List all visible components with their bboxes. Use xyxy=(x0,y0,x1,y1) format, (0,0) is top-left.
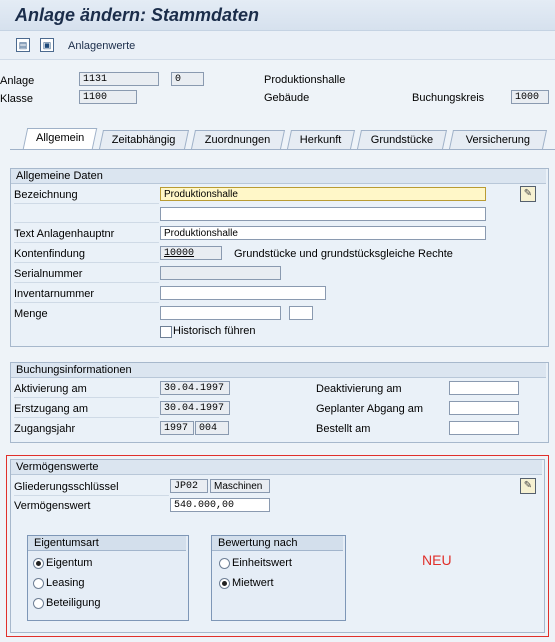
anlage-text: Produktionshalle xyxy=(264,74,346,86)
radio-leasing-label: Leasing xyxy=(46,577,85,589)
buchungsinformationen-title: Buchungsinformationen xyxy=(11,363,546,378)
inventarnummer-field[interactable] xyxy=(160,286,326,300)
radio-einheitswert[interactable] xyxy=(219,558,230,569)
row-divider xyxy=(14,417,159,418)
zugangsjahr-label: Zugangsjahr xyxy=(14,423,76,435)
bezeichnung-label: Bezeichnung xyxy=(14,189,78,201)
row-divider xyxy=(14,302,159,303)
kontenfindung-field[interactable]: 10000 xyxy=(160,246,222,260)
deaktivierung-field[interactable] xyxy=(449,381,519,395)
gliederungsschluessel-text: Maschinen xyxy=(210,479,270,493)
row-divider xyxy=(14,222,159,223)
tab-zuordnungen[interactable]: Zuordnungen xyxy=(190,130,286,149)
neu-annotation: NEU xyxy=(422,552,452,568)
zugangsjahr-field[interactable]: 1997 xyxy=(160,421,194,435)
radio-einheitswert-label: Einheitswert xyxy=(232,557,292,569)
row-divider xyxy=(14,262,159,263)
geplanter-abgang-field[interactable] xyxy=(449,401,519,415)
bestellt-field[interactable] xyxy=(449,421,519,435)
textnr-label: Text Anlagenhauptnr xyxy=(14,228,115,240)
tab-zeitabhaengig[interactable]: Zeitabhängig xyxy=(98,130,190,149)
bezeichnung-field[interactable]: Produktionshalle xyxy=(160,187,486,201)
display-icon[interactable]: ▤ xyxy=(16,38,30,52)
bewertung-title: Bewertung nach xyxy=(212,536,343,551)
eigentumsart-title: Eigentumsart xyxy=(28,536,186,551)
edit-long-text-icon[interactable]: ✎ xyxy=(520,186,536,202)
radio-eigentum-label: Eigentum xyxy=(46,557,93,569)
buchungskreis-field[interactable]: 1000 xyxy=(511,90,549,104)
erstzugang-field[interactable]: 30.04.1997 xyxy=(160,401,230,415)
buchungskreis-label: Buchungskreis xyxy=(412,92,485,104)
historisch-checkbox[interactable] xyxy=(160,326,172,338)
tab-allgemein[interactable]: Allgemein xyxy=(22,128,98,149)
menge-field[interactable] xyxy=(160,306,281,320)
inventarnummer-label: Inventarnummer xyxy=(14,288,95,300)
klasse-label: Klasse xyxy=(0,93,34,105)
allgemeine-daten-title: Allgemeine Daten xyxy=(11,169,546,184)
tab-grundstuecke[interactable]: Grundstücke xyxy=(356,130,448,149)
textnr-field[interactable]: Produktionshalle xyxy=(160,226,486,240)
serialnummer-label: Serialnummer xyxy=(14,268,83,280)
zugangsperiode-field[interactable]: 004 xyxy=(195,421,229,435)
radio-beteiligung-label: Beteiligung xyxy=(46,597,101,609)
historisch-label: Historisch führen xyxy=(173,325,256,337)
bezeichnung-line2-field[interactable] xyxy=(160,207,486,221)
radio-mietwert[interactable] xyxy=(219,578,230,589)
row-divider xyxy=(14,203,159,204)
kontenfindung-label: Kontenfindung xyxy=(14,248,85,260)
vermoegenswert-field[interactable]: 540.000,00 xyxy=(170,498,270,512)
radio-leasing[interactable] xyxy=(33,578,44,589)
row-divider xyxy=(14,397,159,398)
anlage-field[interactable]: 1131 xyxy=(79,72,159,86)
aktivierung-field[interactable]: 30.04.1997 xyxy=(160,381,230,395)
gliederungsschluessel-field[interactable]: JP02 xyxy=(170,479,208,493)
mengeneinheit-field[interactable] xyxy=(289,306,313,320)
aktivierung-label: Aktivierung am xyxy=(14,383,87,395)
vermoegenswert-label: Vermögenswert xyxy=(14,500,91,512)
page-title: Anlage ändern: Stammdaten xyxy=(15,5,260,25)
klasse-text: Gebäude xyxy=(264,92,310,104)
anlage-label: Anlage xyxy=(0,75,35,87)
geplanter-abgang-label: Geplanter Abgang am xyxy=(316,403,424,415)
tab-herkunft[interactable]: Herkunft xyxy=(286,130,356,149)
tab-versicherung[interactable]: Versicherung xyxy=(448,130,548,149)
anlage-subnumber-field[interactable]: 0 xyxy=(171,72,204,86)
anlagenwerte-button[interactable]: Anlagenwerte xyxy=(68,40,135,52)
bestellt-label: Bestellt am xyxy=(316,423,371,435)
radio-mietwert-label: Mietwert xyxy=(232,577,274,589)
deaktivierung-label: Deaktivierung am xyxy=(316,383,402,395)
row-divider xyxy=(14,282,159,283)
radio-beteiligung[interactable] xyxy=(33,598,44,609)
serialnummer-field[interactable] xyxy=(160,266,281,280)
row-divider xyxy=(14,242,159,243)
tab-divider xyxy=(10,149,555,150)
save-icon[interactable]: ▣ xyxy=(40,38,54,52)
menge-label: Menge xyxy=(14,308,48,320)
radio-eigentum[interactable] xyxy=(33,558,44,569)
klasse-field[interactable]: 1100 xyxy=(79,90,137,104)
erstzugang-label: Erstzugang am xyxy=(14,403,88,415)
row-divider xyxy=(14,495,169,496)
kontenfindung-text: Grundstücke und grundstücksgleiche Recht… xyxy=(234,248,453,260)
edit-vermoegenswerte-icon[interactable]: ✎ xyxy=(520,478,536,494)
gliederungsschluessel-label: Gliederungsschlüssel xyxy=(14,481,119,493)
vermoegenswerte-title: Vermögenswerte xyxy=(11,460,542,475)
